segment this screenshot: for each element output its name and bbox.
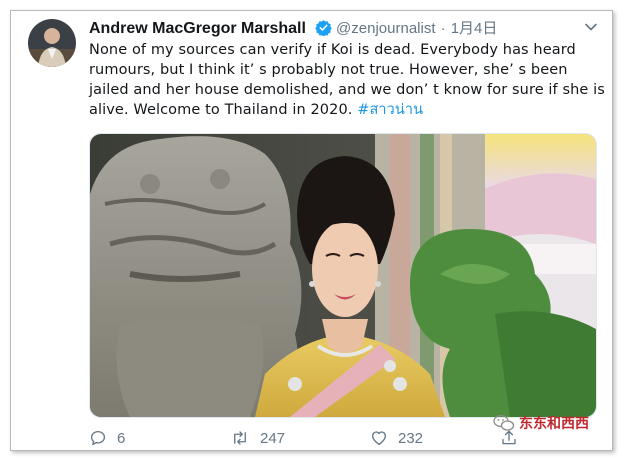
tweet-text-line: rumours, but I think it’ s probably not … bbox=[89, 62, 568, 78]
heart-icon bbox=[371, 431, 387, 446]
avatar[interactable] bbox=[28, 19, 76, 67]
retweet-icon bbox=[234, 431, 246, 445]
reply-icon bbox=[90, 430, 106, 446]
hashtag-link[interactable]: #สาวน่าน bbox=[357, 102, 423, 118]
tweet-date[interactable]: 1月4日 bbox=[451, 20, 498, 37]
like-button[interactable]: 232 bbox=[370, 429, 423, 447]
watermark: 东东和西西 bbox=[493, 413, 589, 433]
retweet-button[interactable]: 247 bbox=[230, 429, 285, 447]
reply-button[interactable]: 6 bbox=[89, 429, 125, 447]
tweet-text-last: alive. Welcome to Thailand in 2020. bbox=[89, 102, 353, 118]
separator-dot: · bbox=[440, 20, 446, 37]
photo-image bbox=[90, 134, 596, 417]
tweet-text-line: None of my sources can verify if Koi is … bbox=[89, 42, 576, 58]
tweet-header: Andrew MacGregor Marshall @zenjournalist… bbox=[89, 17, 599, 40]
retweet-count: 247 bbox=[260, 429, 286, 447]
reply-count: 6 bbox=[117, 429, 126, 447]
author-name[interactable]: Andrew MacGregor Marshall bbox=[89, 20, 306, 37]
wechat-icon bbox=[493, 414, 515, 431]
verified-badge-icon bbox=[315, 19, 332, 40]
like-count: 232 bbox=[398, 429, 424, 447]
tweet-text: None of my sources can verify if Koi is … bbox=[89, 40, 605, 120]
tweet-text-line: jailed and her house demolished, and we … bbox=[89, 82, 605, 98]
avatar-image bbox=[28, 19, 76, 67]
tweet-card: Andrew MacGregor Marshall @zenjournalist… bbox=[10, 10, 613, 451]
watermark-text: 东东和西西 bbox=[519, 416, 589, 432]
tweet-photo[interactable] bbox=[89, 133, 597, 418]
author-handle[interactable]: @zenjournalist bbox=[336, 20, 435, 37]
tweet-text-line: alive. Welcome to Thailand in 2020. #สาว… bbox=[89, 100, 589, 120]
chevron-down-icon[interactable] bbox=[584, 19, 598, 33]
